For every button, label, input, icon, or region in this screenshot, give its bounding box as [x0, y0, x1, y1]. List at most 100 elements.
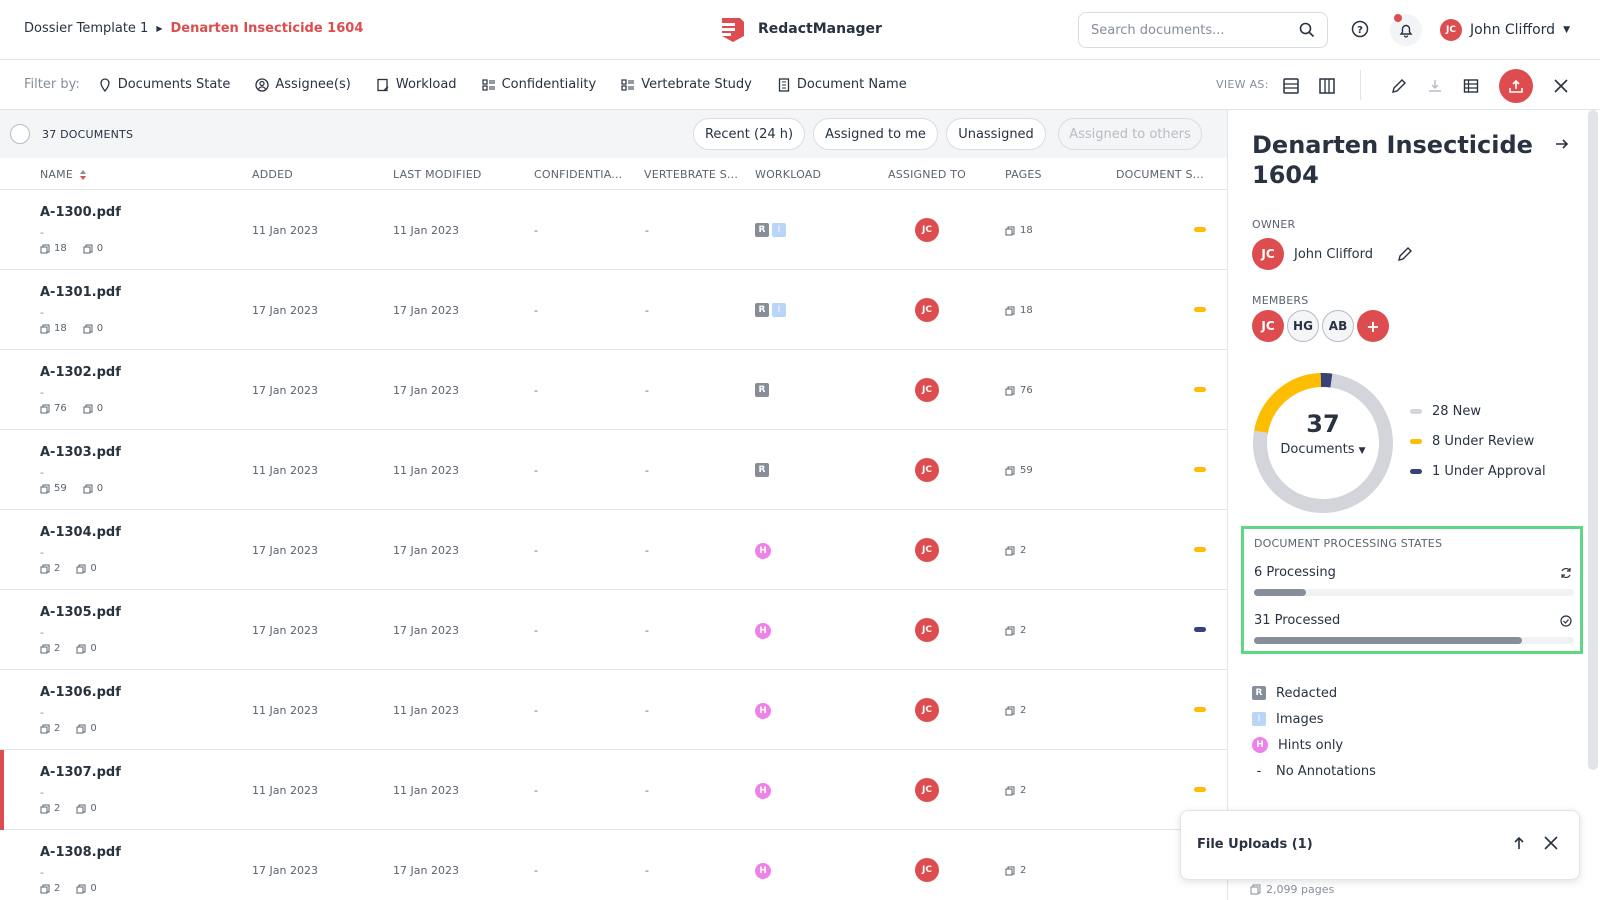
assignee[interactable]: JC	[915, 538, 939, 562]
pages-icon	[83, 244, 93, 253]
filter-assignees[interactable]: Assignee(s)	[255, 77, 351, 92]
pages-icon	[40, 724, 50, 733]
upload-button[interactable]	[1499, 69, 1533, 103]
search-input[interactable]: Search documents...	[1078, 12, 1328, 48]
document-name[interactable]: A-1308.pdf	[40, 845, 121, 860]
column-assigned-to[interactable]: ASSIGNED TO	[888, 168, 966, 181]
breadcrumb-current[interactable]: Denarten Insecticide 1604	[170, 21, 363, 36]
arrow-up-icon[interactable]	[1511, 835, 1527, 851]
assignee[interactable]: JC	[915, 858, 939, 882]
filter-document-name[interactable]: Document Name	[777, 77, 907, 92]
select-all-checkbox[interactable]	[10, 124, 30, 144]
table-row[interactable]: A-1306.pdf - 20 11 Jan 2023 11 Jan 2023 …	[0, 670, 1227, 750]
table-row[interactable]: A-1303.pdf - 59 0 11 Jan 2023 11 Jan 2023…	[0, 430, 1227, 510]
add-member-button[interactable]: +	[1357, 310, 1389, 342]
document-name[interactable]: A-1307.pdf	[40, 765, 121, 780]
upload-icon	[1509, 79, 1523, 93]
document-name[interactable]: A-1306.pdf	[40, 685, 121, 700]
document-name[interactable]: A-1301.pdf	[40, 285, 121, 300]
list-view-icon[interactable]	[1281, 76, 1301, 96]
board-view-icon[interactable]	[1317, 76, 1337, 96]
document-name[interactable]: A-1305.pdf	[40, 605, 121, 620]
key-label: Hints only	[1278, 737, 1344, 753]
breadcrumb-parent[interactable]: Dossier Template 1	[24, 21, 148, 36]
member-avatar[interactable]: JC	[1252, 310, 1284, 342]
documents-table: 37 DOCUMENTS Recent (24 h) Assigned to m…	[0, 110, 1227, 900]
chip-unassigned[interactable]: Unassigned	[946, 118, 1046, 150]
legend-item[interactable]: 8 Under Review	[1410, 426, 1546, 456]
member-avatar[interactable]: HG	[1287, 310, 1319, 342]
filter-documents-state[interactable]: Documents State	[98, 77, 230, 92]
collapse-arrow-icon[interactable]	[1554, 136, 1570, 152]
filter-confidentiality[interactable]: Confidentiality	[481, 77, 596, 92]
filter-workload[interactable]: Workload	[376, 77, 457, 92]
chip-recent[interactable]: Recent (24 h)	[693, 118, 805, 150]
table-row[interactable]: A-1305.pdf - 20 17 Jan 2023 17 Jan 2023 …	[0, 590, 1227, 670]
document-name[interactable]: A-1303.pdf	[40, 445, 121, 460]
workload-indicators: H	[755, 863, 771, 879]
table-row[interactable]: A-1300.pdf - 18 0 11 Jan 2023 11 Jan 2023…	[0, 190, 1227, 270]
assignee-avatar: JC	[915, 378, 939, 402]
document-name[interactable]: A-1302.pdf	[40, 365, 121, 380]
table-row[interactable]: A-1302.pdf - 76 0 17 Jan 2023 17 Jan 2023…	[0, 350, 1227, 430]
notifications-button[interactable]	[1390, 14, 1422, 46]
panel-scrollbar[interactable]	[1588, 110, 1598, 770]
filter-label: Filter by:	[24, 77, 80, 92]
document-name[interactable]: A-1304.pdf	[40, 525, 121, 540]
document-name[interactable]: A-1300.pdf	[40, 205, 121, 220]
vertebrate-value: -	[645, 224, 649, 237]
assignee[interactable]: JC	[915, 458, 939, 482]
documents-dropdown[interactable]: Documents ▼	[1252, 442, 1394, 457]
hints-icon: H	[755, 783, 771, 799]
images-icon: I	[772, 303, 786, 317]
member-avatar[interactable]: AB	[1322, 310, 1354, 342]
table-row[interactable]: A-1307.pdf - 20 11 Jan 2023 11 Jan 2023 …	[0, 750, 1227, 830]
assignee[interactable]: JC	[915, 298, 939, 322]
user-menu[interactable]: JC John Clifford ▼	[1440, 19, 1570, 41]
column-added[interactable]: ADDED	[252, 168, 293, 181]
edit-icon[interactable]	[1389, 76, 1409, 96]
chip-assigned-to-others[interactable]: Assigned to others	[1058, 118, 1202, 150]
assignee[interactable]: JC	[915, 778, 939, 802]
meta-pages: 2	[54, 803, 61, 814]
status-indicator	[1194, 707, 1206, 712]
column-last-modified[interactable]: LAST MODIFIED	[393, 168, 482, 181]
column-vertebrate-study[interactable]: VERTEBRATE S...	[644, 168, 738, 181]
table-row[interactable]: A-1301.pdf - 18 0 17 Jan 2023 17 Jan 2023…	[0, 270, 1227, 350]
column-document-status[interactable]: DOCUMENT S...	[1116, 168, 1204, 181]
filter-label-text: Vertebrate Study	[641, 77, 752, 92]
column-name[interactable]: NAME	[40, 168, 87, 181]
close-icon[interactable]	[1551, 76, 1571, 96]
owner-label: OWNER	[1252, 218, 1296, 231]
members-label: MEMBERS	[1252, 294, 1309, 307]
legend-item[interactable]: 1 Under Approval	[1410, 456, 1546, 486]
column-pages[interactable]: PAGES	[1005, 168, 1042, 181]
assignee[interactable]: JC	[915, 218, 939, 242]
filter-vertebrate-study[interactable]: Vertebrate Study	[621, 77, 752, 92]
download-icon[interactable]	[1425, 76, 1445, 96]
legend-item[interactable]: 28 New	[1410, 396, 1546, 426]
column-confidentiality[interactable]: CONFIDENTIA...	[534, 168, 622, 181]
edit-owner-icon[interactable]	[1397, 246, 1413, 262]
search-icon[interactable]	[1299, 22, 1315, 38]
modified-date: 17 Jan 2023	[393, 864, 459, 877]
table-icon[interactable]	[1461, 76, 1481, 96]
assignee[interactable]: JC	[915, 698, 939, 722]
added-date: 17 Jan 2023	[252, 624, 318, 637]
assignee[interactable]: JC	[915, 618, 939, 642]
status-indicator	[1194, 467, 1206, 472]
processed-count: 31 Processed	[1254, 613, 1341, 628]
svg-text:?: ?	[1357, 25, 1363, 36]
vertebrate-value: -	[645, 784, 649, 797]
pages-icon	[76, 564, 86, 573]
pages-icon	[40, 484, 50, 493]
help-icon[interactable]: ?	[1351, 20, 1369, 38]
table-row[interactable]: A-1308.pdf - 20 17 Jan 2023 17 Jan 2023 …	[0, 830, 1227, 900]
assignee[interactable]: JC	[915, 378, 939, 402]
close-icon[interactable]	[1543, 835, 1559, 851]
assignee-avatar: JC	[915, 778, 939, 802]
chip-assigned-to-me[interactable]: Assigned to me	[813, 118, 938, 150]
column-workload[interactable]: WORKLOAD	[755, 168, 821, 181]
table-row[interactable]: A-1304.pdf - 20 17 Jan 2023 17 Jan 2023 …	[0, 510, 1227, 590]
app-logo[interactable]: RedactManager	[718, 14, 882, 44]
